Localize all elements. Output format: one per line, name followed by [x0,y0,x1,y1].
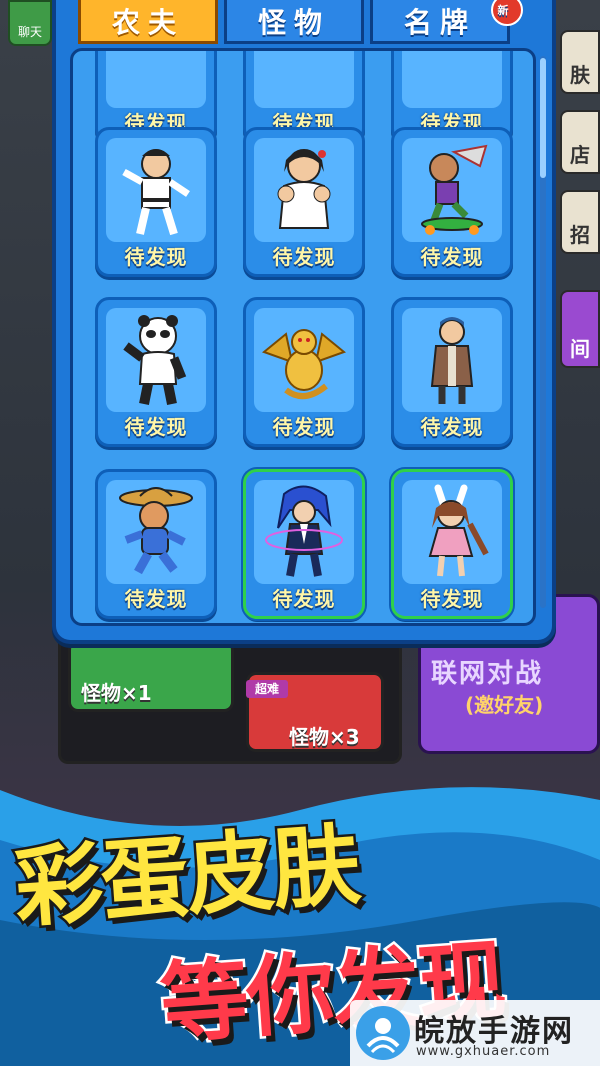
recruit-side-label: 招 [570,223,590,247]
skin-status-label: 待发现 [124,245,188,269]
skin-status-label: 待发现 [124,587,188,611]
tab-bar: 农夫 怪物 名牌 新 [78,0,523,44]
tab-farmer[interactable]: 农夫 [78,0,218,44]
recruit-side-button[interactable]: 招 [560,190,600,254]
skin-card[interactable]: 待发现 [95,469,217,619]
watermark: 皖放手游网 www.gxhuaer.com [350,1000,600,1066]
blue-hair-warrior-icon [254,480,354,584]
grid-scroll-thumb[interactable] [540,58,546,178]
online-battle-subtitle: (邀好友) [465,693,544,717]
straw-hat-boy-icon [106,480,206,584]
hard-badge: 超难 [246,680,288,698]
promo-title-line1: 彩蛋皮肤 [9,811,364,943]
skin-status-label: 待发现 [272,245,336,269]
character-portrait [402,51,502,108]
online-battle-title: 联网对战 [431,659,544,689]
shop-side-label: 店 [570,143,590,167]
character-portrait [106,51,206,108]
skin-card[interactable]: 待发现 [243,297,365,447]
panda-man-icon [106,308,206,412]
skin-status-label: 待发现 [124,415,188,439]
mode-monster1-card[interactable]: 怪物×1 [68,640,234,712]
skin-status-label: 待发现 [420,245,484,269]
skin-side-button[interactable]: 肤 [560,30,600,94]
skin-card[interactable]: 待发现 [391,297,513,447]
tab-farmer-label: 农夫 [111,5,184,39]
skin-card[interactable]: 待发现 [95,127,217,277]
hoverboard-monkey-icon [402,138,502,242]
big-lady-icon [254,138,354,242]
skin-grid: 待发现 待发现 待发现 待发现 待发现 待发现 待发现 待发现 待发现 待发现 … [70,48,536,626]
new-badge: 新 [491,0,523,26]
watermark-url: www.gxhuaer.com [416,1044,551,1059]
skin-status-label: 待发现 [272,587,336,611]
kungfu-man-icon [106,138,206,242]
skin-card[interactable]: 待发现 [95,297,217,447]
skin-status-label: 待发现 [420,415,484,439]
shop-side-button[interactable]: 店 [560,110,600,174]
room-side-button[interactable]: 间 [560,290,600,368]
mode-monster1-label: 怪物×1 [81,681,152,705]
tab-nameplate-label: 名牌 [403,5,476,39]
skin-card-owned[interactable]: 待发现 [243,469,365,619]
tab-monster[interactable]: 怪物 [224,0,364,44]
skin-panel: 农夫 怪物 名牌 新 待发现 待发现 待发现 待发现 待发现 待发现 待发现 待… [52,0,556,644]
skin-card[interactable]: 待发现 [243,127,365,277]
watermark-logo-icon [356,1006,410,1060]
mode-monster3-label: 怪物×3 [289,725,360,749]
chat-label: 聊天 [17,25,42,39]
room-side-label: 间 [570,337,590,361]
tab-nameplate[interactable]: 名牌 新 [370,0,523,44]
skin-card[interactable]: 待发现 [391,127,513,277]
coat-man-icon [402,308,502,412]
skin-side-label: 肤 [570,63,590,87]
chat-button[interactable]: 聊天 [8,0,52,46]
character-portrait [254,51,354,108]
skin-status-label: 待发现 [272,415,336,439]
golden-dragon-icon [254,308,354,412]
tab-monster-label: 怪物 [257,5,330,39]
skin-status-label: 待发现 [420,587,484,611]
bunny-girl-icon [402,480,502,584]
skin-card-owned[interactable]: 待发现 [391,469,513,619]
